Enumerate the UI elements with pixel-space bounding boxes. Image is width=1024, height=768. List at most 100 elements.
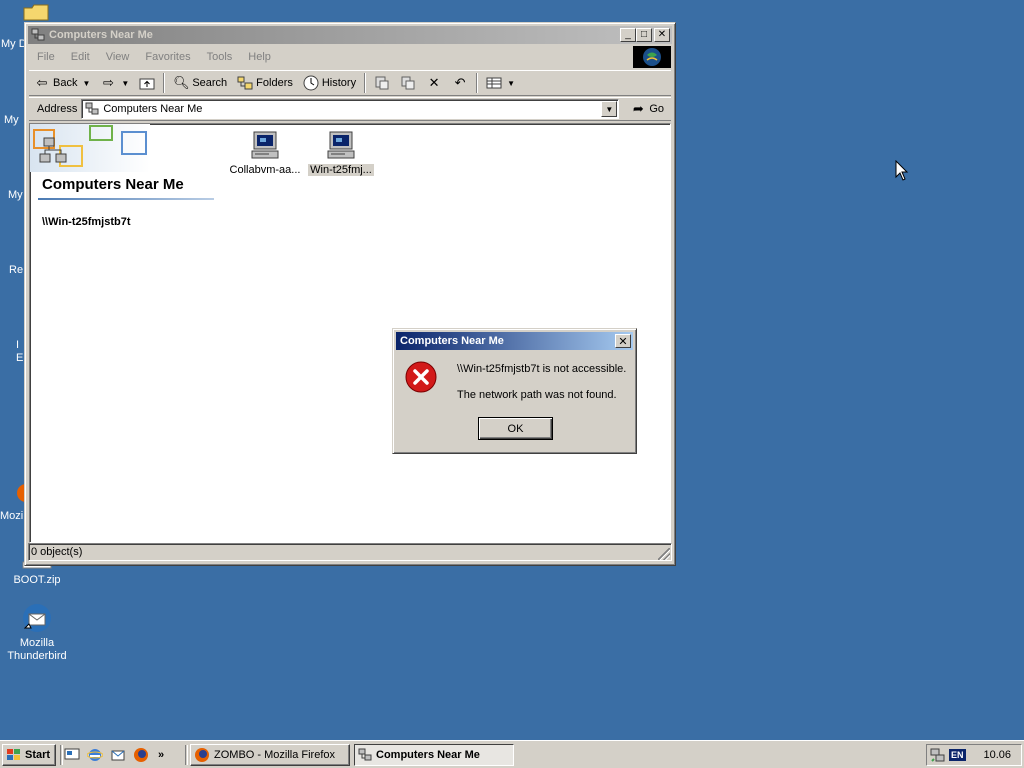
back-dropdown-icon[interactable]: ▼ [82, 79, 90, 88]
search-icon: 🔍︎ [173, 75, 190, 90]
window-title: Computers Near Me [49, 29, 153, 41]
copy-to-button[interactable] [395, 72, 421, 94]
go-arrow-icon: ➦ [632, 101, 644, 116]
windows-logo-icon [643, 48, 661, 66]
close-icon: ✕ [657, 29, 667, 40]
maximize-icon: □ [640, 29, 648, 40]
menu-tools[interactable]: Tools [199, 51, 241, 63]
quick-launch: » [64, 745, 164, 765]
clock[interactable]: 10.06 [983, 749, 1011, 761]
menu-help[interactable]: Help [240, 51, 279, 63]
explorer-titlebar[interactable]: Computers Near Me _ □ ✕ [28, 26, 672, 44]
desktop-folder-icon[interactable] [22, 2, 52, 22]
taskbar: Start » ZOMBO - Mozilla Firefox Computer… [0, 740, 1024, 768]
desktop-icon-label-mycomputer[interactable]: My [4, 114, 19, 126]
address-bar: Address Computers Near Me ▼ ➦ Go [29, 97, 671, 121]
move-to-icon [375, 76, 389, 90]
system-tray: EN 10.06 [926, 744, 1022, 766]
address-dropdown-button[interactable]: ▼ [601, 101, 618, 117]
menu-edit[interactable]: Edit [63, 51, 98, 63]
taskbar-divider [60, 745, 63, 765]
computer-icon [251, 131, 279, 159]
forward-dropdown-icon[interactable]: ▼ [121, 79, 129, 88]
toolbar-separator [163, 73, 166, 93]
dialog-titlebar[interactable]: Computers Near Me ✕ [396, 332, 633, 350]
outlook-express-icon[interactable] [110, 747, 126, 763]
windows-throbber [633, 46, 671, 68]
desktop-icon-label-mynetwork[interactable]: My [8, 189, 23, 201]
minimize-icon: _ [625, 29, 631, 40]
maximize-button[interactable]: □ [636, 28, 652, 42]
language-indicator[interactable]: EN [949, 749, 966, 761]
show-desktop-icon[interactable] [64, 747, 80, 763]
desktop-icon-label-recyclebin[interactable]: Re [9, 264, 23, 276]
forward-button[interactable]: ⇨ ▼ [95, 72, 134, 94]
back-button[interactable]: ⇦ Back ▼ [29, 72, 95, 94]
computer-icon [327, 131, 355, 159]
internet-explorer-icon[interactable] [87, 747, 103, 763]
firefox-icon[interactable] [133, 747, 149, 763]
delete-button[interactable]: ✕ [421, 72, 447, 94]
dialog-close-button[interactable]: ✕ [615, 334, 631, 348]
dialog-message-line1: \\Win-t25fmjstb7t is not accessible. [457, 363, 627, 375]
status-bar: 0 object(s) [28, 542, 672, 562]
views-dropdown-icon: ▼ [507, 78, 516, 88]
address-value: Computers Near Me [103, 103, 203, 115]
forward-arrow-icon: ⇨ [102, 75, 114, 90]
menu-view[interactable]: View [98, 51, 138, 63]
desktop-icon-label-ie-1[interactable]: I [16, 339, 19, 351]
chevron-down-icon: ▼ [605, 104, 614, 114]
computer-item-win-t25fmjstb7t[interactable]: Win-t25fmj... [302, 130, 380, 176]
start-label: Start [25, 749, 51, 761]
taskbar-divider [185, 745, 188, 765]
desktop-icon-label-mydocuments[interactable]: My D [1, 38, 27, 50]
computer-item-collabvm[interactable]: Collabvm-aa... [226, 130, 304, 176]
dialog-message-line2: The network path was not found. [457, 389, 617, 401]
folders-label: Folders [256, 77, 293, 89]
quick-launch-overflow-icon[interactable]: » [158, 749, 164, 761]
close-button[interactable]: ✕ [654, 28, 670, 42]
go-label: Go [649, 103, 665, 115]
views-button[interactable]: ▼ [481, 72, 520, 94]
delete-icon: ✕ [428, 75, 440, 90]
error-icon [405, 361, 437, 393]
desktop-icon-thunderbird[interactable]: Mozilla Thunderbird [0, 602, 74, 663]
menu-file[interactable]: File [29, 51, 63, 63]
explorer-window[interactable]: Computers Near Me _ □ ✕ File Edit View F… [24, 22, 676, 566]
history-icon [303, 75, 319, 91]
go-button[interactable]: ➦ Go [625, 98, 669, 120]
error-dialog[interactable]: Computers Near Me ✕ \\Win-t25fmjstb7t is… [392, 328, 637, 454]
task-label: ZOMBO - Mozilla Firefox [214, 749, 336, 761]
history-button[interactable]: History [298, 72, 361, 94]
network-tray-icon[interactable] [930, 747, 946, 763]
start-button[interactable]: Start [2, 744, 56, 766]
history-label: History [321, 77, 357, 89]
desktop-icon-label-ie-2[interactable]: E [16, 352, 23, 364]
copy-to-icon [401, 76, 415, 90]
search-button[interactable]: 🔍︎ Search [168, 72, 232, 94]
desktop-icon-label: Mozilla Thunderbird [7, 637, 67, 662]
undo-button[interactable]: ↶ [447, 72, 473, 94]
minimize-button[interactable]: _ [620, 28, 636, 42]
ok-button[interactable]: OK [478, 417, 553, 440]
move-to-button[interactable] [369, 72, 395, 94]
resize-grip[interactable] [658, 548, 670, 560]
folders-button[interactable]: Folders [232, 72, 298, 94]
up-button[interactable] [134, 72, 160, 94]
menu-favorites[interactable]: Favorites [137, 51, 198, 63]
task-button-firefox[interactable]: ZOMBO - Mozilla Firefox [190, 744, 350, 766]
toolbar-separator [364, 73, 367, 93]
dialog-title: Computers Near Me [400, 335, 504, 347]
undo-icon: ↶ [454, 75, 466, 90]
ok-label: OK [507, 422, 524, 435]
mouse-cursor-icon [895, 160, 909, 181]
network-computers-icon [358, 748, 372, 761]
standard-toolbar: ⇦ Back ▼ ⇨ ▼ 🔍︎ Search Folders History ✕… [29, 70, 671, 96]
task-label: Computers Near Me [376, 749, 480, 761]
toolbar-separator [476, 73, 479, 93]
firefox-icon [195, 748, 209, 762]
desktop-icon-boot-zip[interactable]: BOOT.zip [0, 574, 74, 587]
address-input[interactable]: Computers Near Me ▼ [81, 99, 620, 119]
task-button-computers-near-me[interactable]: Computers Near Me [354, 744, 514, 766]
windows-flag-icon [7, 749, 20, 760]
